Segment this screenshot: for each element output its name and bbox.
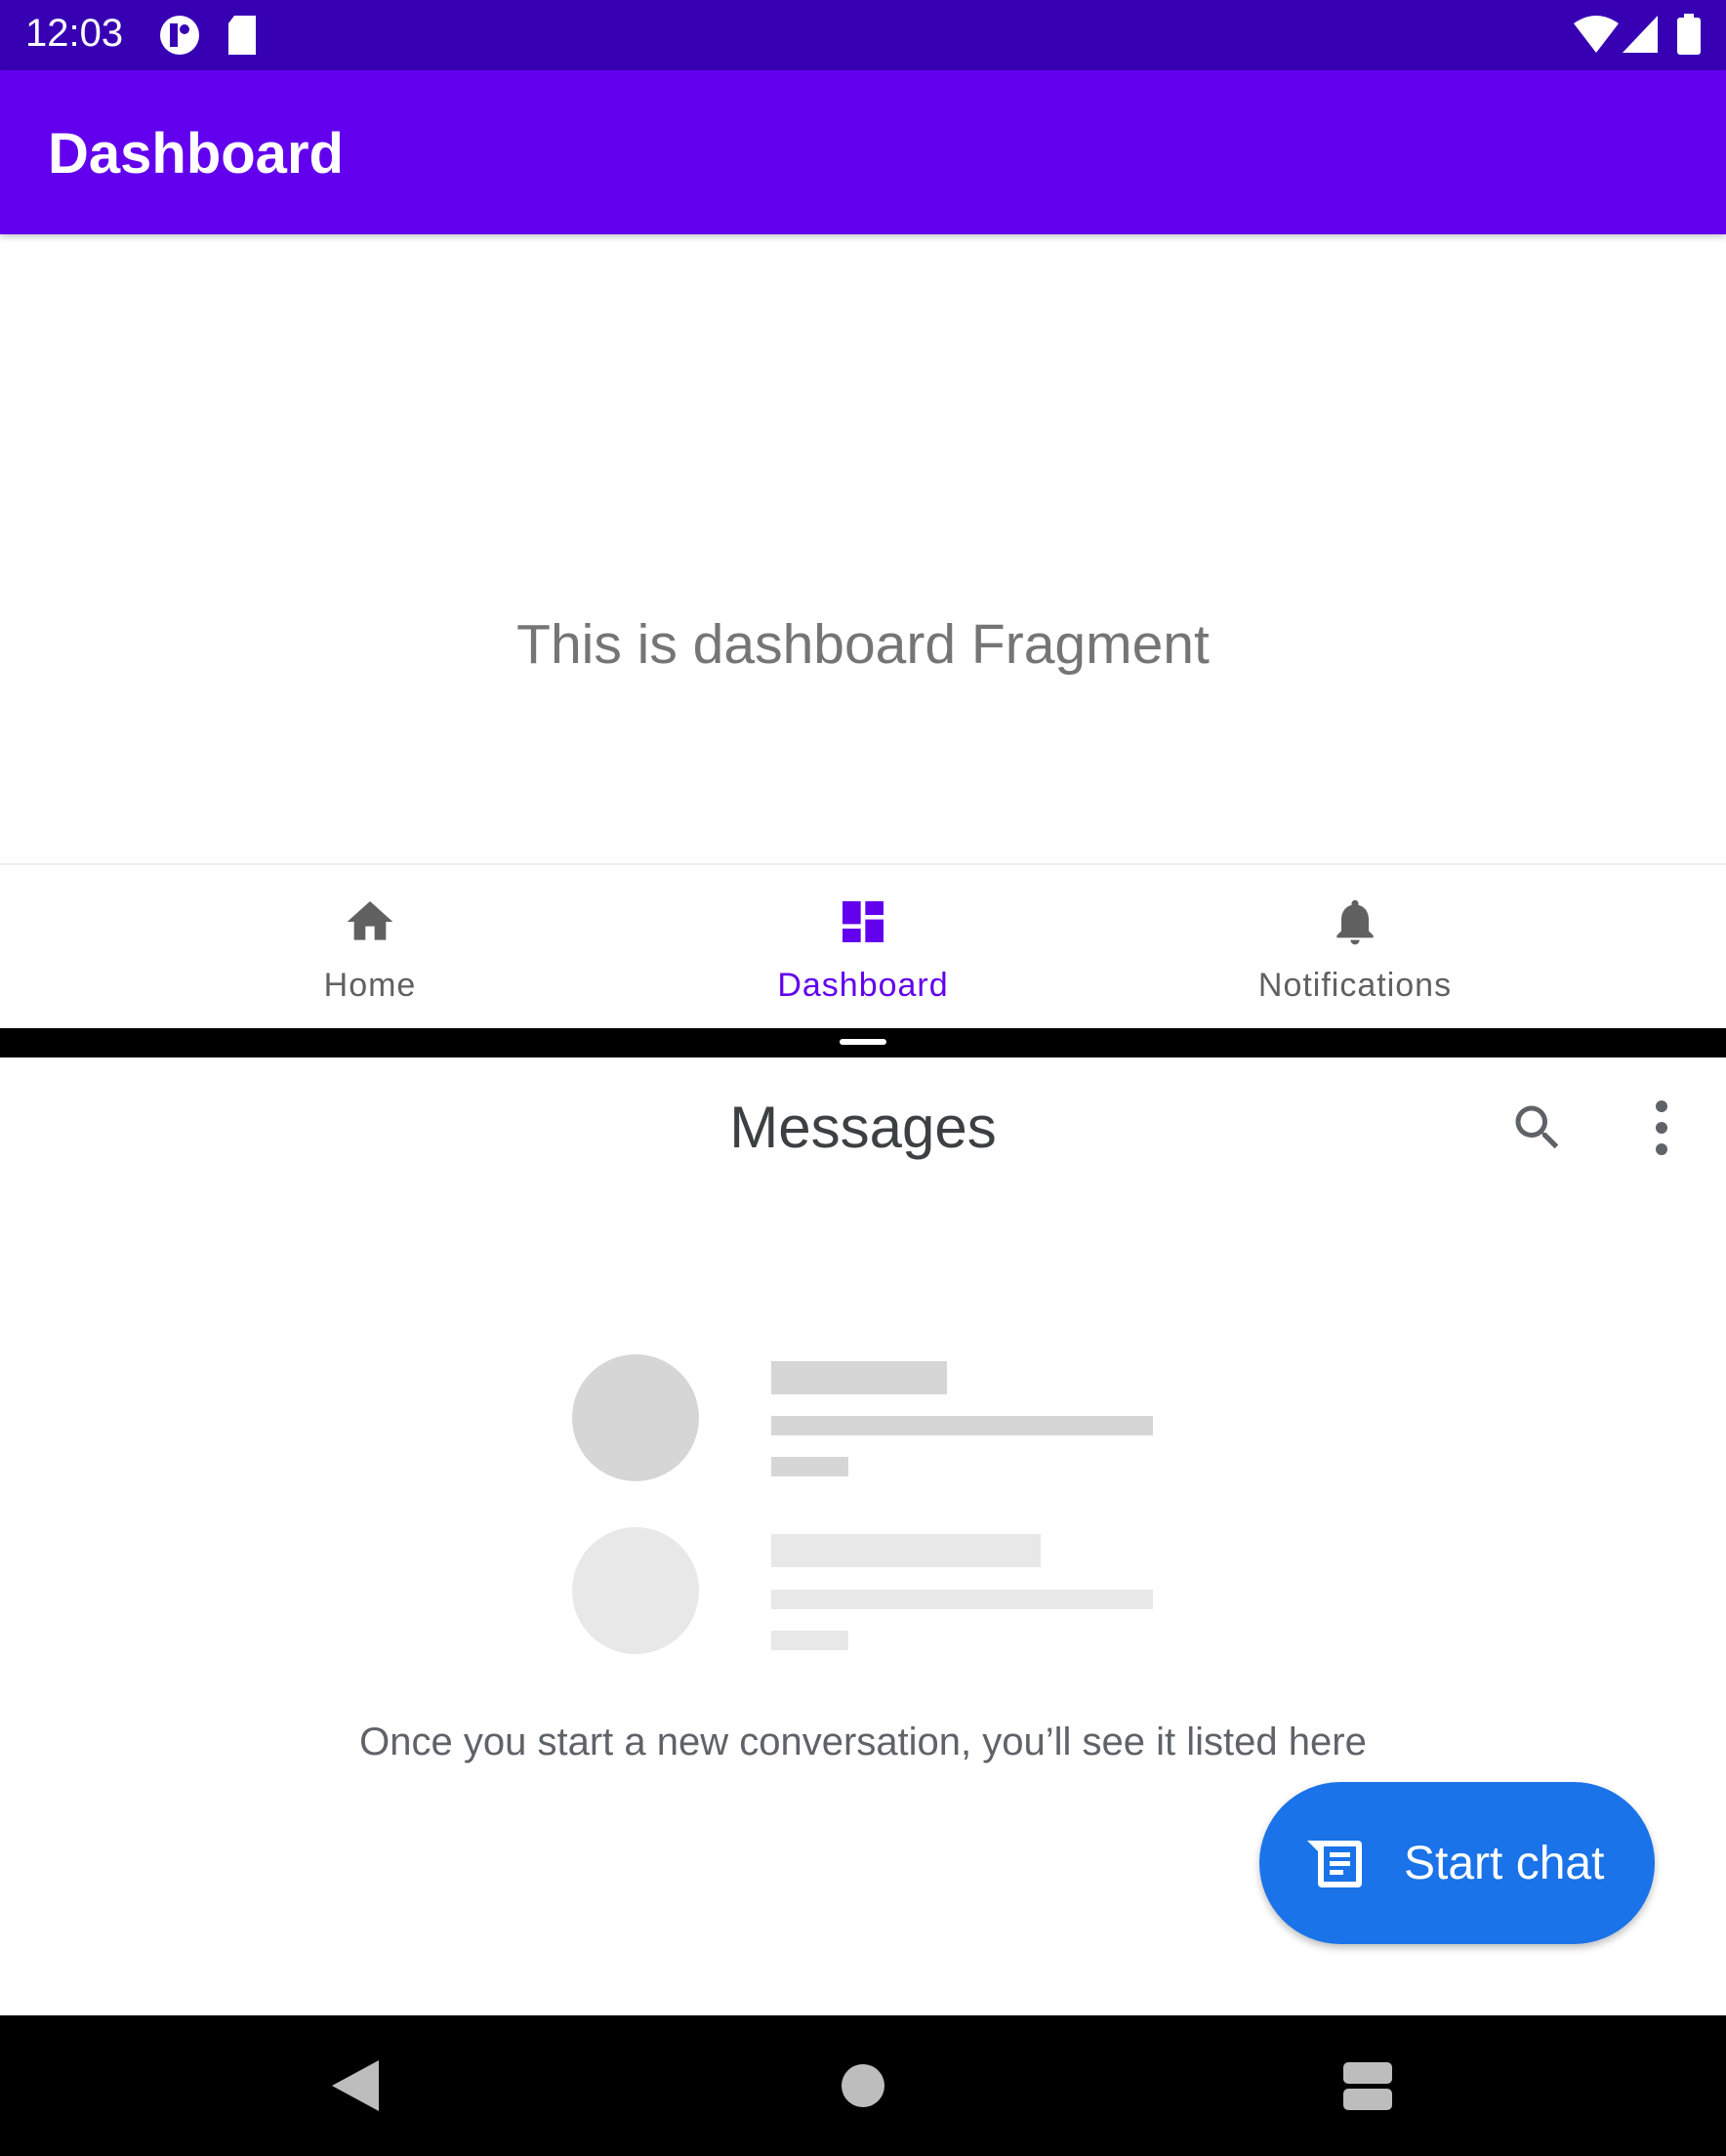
placeholder-avatar — [572, 1354, 699, 1481]
home-icon — [347, 901, 393, 940]
status-time: 12:03 — [25, 12, 124, 55]
chat-icon — [1307, 1841, 1362, 1887]
placeholder-line — [771, 1631, 848, 1650]
placeholder-line — [771, 1457, 848, 1476]
divider-handle[interactable] — [840, 1039, 886, 1045]
sd-card-icon — [228, 16, 256, 55]
fragment-text: This is dashboard Fragment — [516, 613, 1210, 676]
placeholder-line — [771, 1361, 947, 1394]
back-icon[interactable] — [332, 2060, 381, 2111]
placeholder-line — [771, 1534, 1041, 1567]
start-chat-label: Start chat — [1404, 1838, 1605, 1889]
app-bar-title: Dashboard — [48, 122, 344, 186]
home-button-icon[interactable] — [842, 2064, 884, 2107]
bell-icon — [1336, 899, 1374, 945]
search-icon[interactable] — [1508, 1099, 1567, 1157]
wifi-icon — [1574, 16, 1619, 53]
placeholder-avatar — [572, 1527, 699, 1654]
battery-icon — [1677, 14, 1701, 55]
dashboard-icon — [842, 901, 884, 942]
nav-item-dashboard[interactable]: Dashboard — [717, 865, 1009, 1030]
more-options-icon[interactable] — [1642, 1099, 1681, 1157]
signal-icon — [1623, 16, 1658, 53]
app-bar: Dashboard — [0, 70, 1726, 234]
placeholder-line — [771, 1590, 1153, 1609]
app-notification-icon — [160, 16, 199, 55]
empty-state-text: Once you start a new conversation, you’l… — [359, 1721, 1367, 1763]
recents-icon[interactable] — [1343, 2062, 1392, 2111]
status-bar: 12:03 — [0, 0, 1726, 70]
bottom-navigation: Home Dashboard Notifications — [0, 863, 1726, 1028]
placeholder-line — [771, 1416, 1153, 1435]
nav-item-notifications[interactable]: Notifications — [1209, 865, 1501, 1030]
start-chat-button[interactable]: Start chat — [1259, 1782, 1655, 1944]
system-navigation-bar — [0, 2015, 1726, 2156]
messages-title: Messages — [729, 1095, 997, 1160]
nav-item-home[interactable]: Home — [224, 865, 516, 1030]
